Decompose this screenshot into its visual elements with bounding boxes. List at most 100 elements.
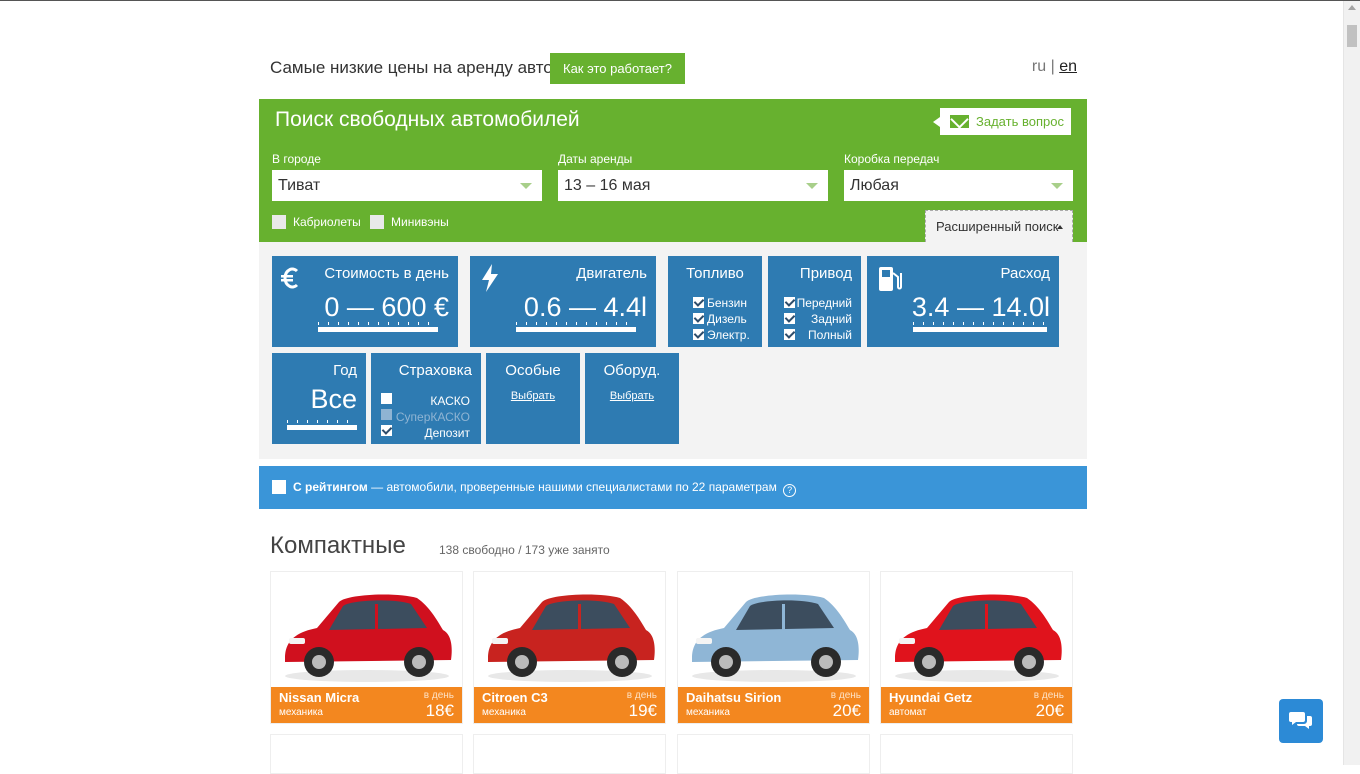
lightning-icon xyxy=(482,264,498,292)
price-filter[interactable]: Стоимость в день 0 — 600 € xyxy=(272,256,458,347)
caret-up-icon xyxy=(1057,225,1063,229)
rating-filter-bar[interactable]: С рейтингом — автомобили, проверенные на… xyxy=(259,466,1087,509)
special-filter-title: Особые xyxy=(505,362,561,379)
window-top-border xyxy=(0,0,1360,1)
vertical-scrollbar[interactable] xyxy=(1343,1,1360,765)
insurance-superkasko-checkbox[interactable] xyxy=(381,409,392,420)
help-icon[interactable]: ? xyxy=(783,484,797,497)
insurance-deposit-checkbox[interactable] xyxy=(381,425,392,436)
car-card-partial[interactable] xyxy=(677,734,870,774)
car-info-bar: Hyundai Getz автомат в день 20€ xyxy=(881,687,1072,723)
car-image xyxy=(285,594,452,682)
year-slider[interactable] xyxy=(287,425,357,430)
search-title: Поиск свободных автомобилей xyxy=(275,108,580,131)
drive-filter: Привод Передний Задний Полный xyxy=(768,256,861,347)
price-filter-title: Стоимость в день xyxy=(324,265,449,282)
car-card[interactable]: Citroen C3 механика в день 19€ xyxy=(473,571,666,724)
city-select[interactable]: Тиват xyxy=(272,170,542,201)
scroll-up-arrow-icon[interactable] xyxy=(1348,5,1356,10)
insurance-kasko-label: КАСКО xyxy=(430,394,470,408)
drive-front-checkbox[interactable] xyxy=(784,297,795,308)
car-card-partial[interactable] xyxy=(270,734,463,774)
convertibles-checkbox[interactable]: Кабриолеты xyxy=(272,215,361,230)
drive-front-label: Передний xyxy=(796,296,852,310)
rating-description: — автомобили, проверенные нашими специал… xyxy=(367,480,777,494)
car-image xyxy=(692,594,859,682)
drive-all-checkbox[interactable] xyxy=(784,329,795,340)
chat-button[interactable] xyxy=(1279,699,1323,743)
how-it-works-button[interactable]: Как это работает? xyxy=(550,53,685,84)
car-transmission: механика xyxy=(482,707,526,718)
drive-rear-checkbox[interactable] xyxy=(784,313,795,324)
car-card-partial[interactable] xyxy=(880,734,1073,774)
drive-all-label: Полный xyxy=(808,328,852,342)
engine-slider[interactable] xyxy=(516,327,636,332)
minivans-label: Минивэны xyxy=(391,215,449,229)
engine-filter-title: Двигатель xyxy=(576,265,647,282)
car-name: Daihatsu Sirion xyxy=(686,690,782,705)
advanced-search-button[interactable]: Расширенный поиск xyxy=(925,210,1073,242)
car-price: 18€ xyxy=(425,701,454,720)
car-image xyxy=(895,594,1062,682)
gearbox-select[interactable]: Любая xyxy=(844,170,1073,201)
insurance-filter-title: Страховка xyxy=(398,362,472,379)
car-card[interactable]: Nissan Micra механика в день 18€ xyxy=(270,571,463,724)
fuel-filter: Топливо Бензин Дизель Электр. xyxy=(668,256,762,347)
engine-filter[interactable]: Двигатель 0.6 — 4.4l xyxy=(470,256,656,347)
slider-ticks xyxy=(287,420,355,423)
car-card[interactable]: Daihatsu Sirion механика в день 20€ xyxy=(677,571,870,724)
car-info-bar: Citroen C3 механика в день 19€ xyxy=(474,687,665,723)
car-price: 19€ xyxy=(628,701,657,720)
drive-rear-label: Задний xyxy=(811,312,852,326)
minivans-checkbox[interactable]: Минивэны xyxy=(370,215,449,230)
equipment-filter: Оборуд. Выбрать xyxy=(585,353,679,444)
slider-ticks xyxy=(516,322,634,325)
special-filter: Особые Выбрать xyxy=(486,353,580,444)
fuel-petrol-checkbox[interactable] xyxy=(693,297,704,308)
envelope-icon xyxy=(950,115,969,128)
car-image xyxy=(488,594,655,682)
chat-bubbles-icon xyxy=(1289,712,1312,729)
dates-label: Даты аренды xyxy=(558,152,633,166)
year-filter[interactable]: Год Все xyxy=(272,353,366,444)
consumption-filter-title: Расход xyxy=(1000,265,1050,282)
insurance-kasko-checkbox[interactable] xyxy=(381,393,392,404)
year-value: Все xyxy=(310,384,357,414)
car-name: Citroen C3 xyxy=(482,690,548,705)
dates-value: 13 – 16 мая xyxy=(564,177,651,194)
fuel-filter-title: Топливо xyxy=(686,265,744,282)
fuel-petrol-label: Бензин xyxy=(707,296,748,310)
convertibles-label: Кабриолеты xyxy=(293,215,361,229)
city-value: Тиват xyxy=(278,177,321,194)
per-day-label: в день xyxy=(626,690,657,701)
checkbox-box xyxy=(272,215,286,229)
consumption-slider[interactable] xyxy=(913,327,1047,332)
ask-question-button[interactable]: Задать вопрос xyxy=(933,108,1071,135)
special-select-link[interactable]: Выбрать xyxy=(486,390,580,402)
equipment-filter-title: Оборуд. xyxy=(603,362,661,379)
language-switcher: ru | en xyxy=(1032,58,1077,76)
consumption-range-value: 3.4 — 14.0l xyxy=(911,292,1050,322)
lang-en-link[interactable]: en xyxy=(1059,58,1077,75)
fuel-electric-checkbox[interactable] xyxy=(693,329,704,340)
dates-select[interactable]: 13 – 16 мая xyxy=(558,170,828,201)
car-transmission: механика xyxy=(279,707,323,718)
equipment-select-link[interactable]: Выбрать xyxy=(585,390,679,402)
fuel-diesel-checkbox[interactable] xyxy=(693,313,704,324)
car-card-partial[interactable] xyxy=(473,734,666,774)
car-transmission: механика xyxy=(686,707,730,718)
scrollbar-thumb[interactable] xyxy=(1347,25,1357,47)
chevron-down-icon xyxy=(520,183,532,189)
consumption-filter[interactable]: Расход 3.4 — 14.0l xyxy=(867,256,1059,347)
car-price: 20€ xyxy=(1035,701,1064,720)
rating-checkbox[interactable] xyxy=(272,480,286,494)
car-card[interactable]: Hyundai Getz автомат в день 20€ xyxy=(880,571,1073,724)
price-range-value: 0 — 600 € xyxy=(324,292,449,322)
car-name: Hyundai Getz xyxy=(889,690,973,705)
chevron-down-icon xyxy=(1051,183,1063,189)
lang-ru-link[interactable]: ru xyxy=(1032,58,1046,75)
price-slider[interactable] xyxy=(318,327,438,332)
year-filter-title: Год xyxy=(333,362,357,379)
per-day-label: в день xyxy=(830,690,861,701)
insurance-superkasko-label: СуперКАСКО xyxy=(395,410,470,424)
